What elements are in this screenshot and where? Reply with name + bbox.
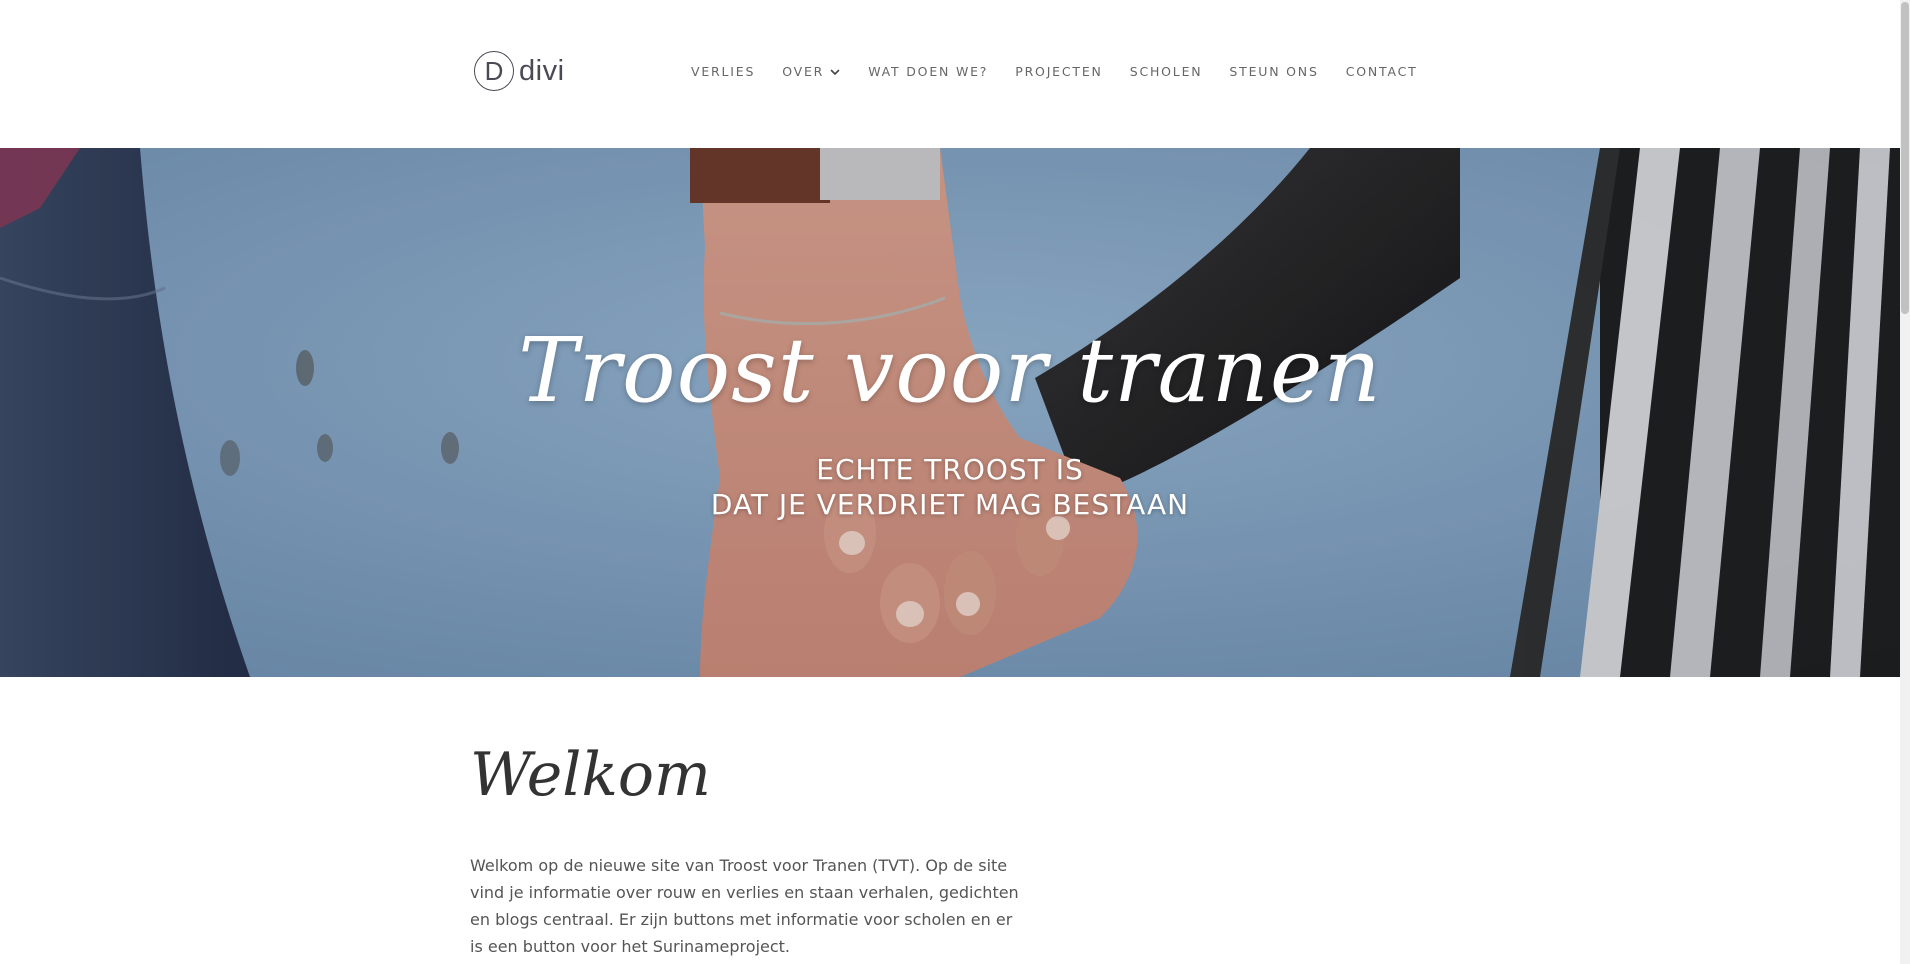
site-header: D divi VERLIES OVER WAT DOEN WE? PROJECT… xyxy=(0,0,1900,148)
welcome-text-line: is een button voor het Surinameproject. xyxy=(470,937,791,956)
site-logo[interactable]: D divi xyxy=(474,51,565,91)
nav-item-label: STEUN ONS xyxy=(1229,64,1319,79)
nav-item-verlies[interactable]: VERLIES xyxy=(691,64,755,79)
hero-section: Troost voor tranen ECHTE TROOST IS DAT J… xyxy=(0,148,1900,677)
welcome-text-line: Welkom op de nieuwe site van Troost voor… xyxy=(470,856,1008,875)
nav-item-scholen[interactable]: SCHOLEN xyxy=(1130,64,1203,79)
logo-text: divi xyxy=(519,54,565,87)
hero-subtitle-line-2: DAT JE VERDRIET MAG BESTAAN xyxy=(710,488,1190,521)
nav-item-label: OVER xyxy=(782,64,825,79)
hero-title: Troost voor tranen xyxy=(518,318,1382,422)
main-nav: VERLIES OVER WAT DOEN WE? PROJECTEN SCHO… xyxy=(691,64,1418,79)
welcome-text-line: en blogs centraal. Er zijn buttons met i… xyxy=(470,910,1013,929)
vertical-scrollbar[interactable] xyxy=(1900,0,1910,964)
welcome-text-line: vind je informatie over rouw en verlies … xyxy=(470,883,1019,902)
nav-item-label: CONTACT xyxy=(1345,64,1418,79)
nav-item-wat-doen-we[interactable]: WAT DOEN WE? xyxy=(868,64,988,79)
logo-mark: D xyxy=(474,51,514,91)
nav-item-label: WAT DOEN WE? xyxy=(868,64,989,79)
hero-subtitle-line-1: ECHTE TROOST IS xyxy=(816,453,1084,486)
nav-item-contact[interactable]: CONTACT xyxy=(1346,64,1418,79)
nav-item-label: SCHOLEN xyxy=(1129,64,1203,79)
nav-item-label: PROJECTEN xyxy=(1015,64,1103,79)
nav-item-label: VERLIES xyxy=(691,64,756,79)
scrollbar-thumb[interactable] xyxy=(1901,2,1909,314)
page: D divi VERLIES OVER WAT DOEN WE? PROJECT… xyxy=(0,0,1910,964)
welcome-text: Welkom op de nieuwe site van Troost voor… xyxy=(470,852,1030,960)
chevron-down-icon xyxy=(830,69,840,75)
nav-item-over[interactable]: OVER xyxy=(782,64,841,79)
nav-item-projecten[interactable]: PROJECTEN xyxy=(1015,64,1102,79)
nav-item-steun-ons[interactable]: STEUN ONS xyxy=(1229,64,1318,79)
welcome-title: Welkom xyxy=(470,740,711,810)
